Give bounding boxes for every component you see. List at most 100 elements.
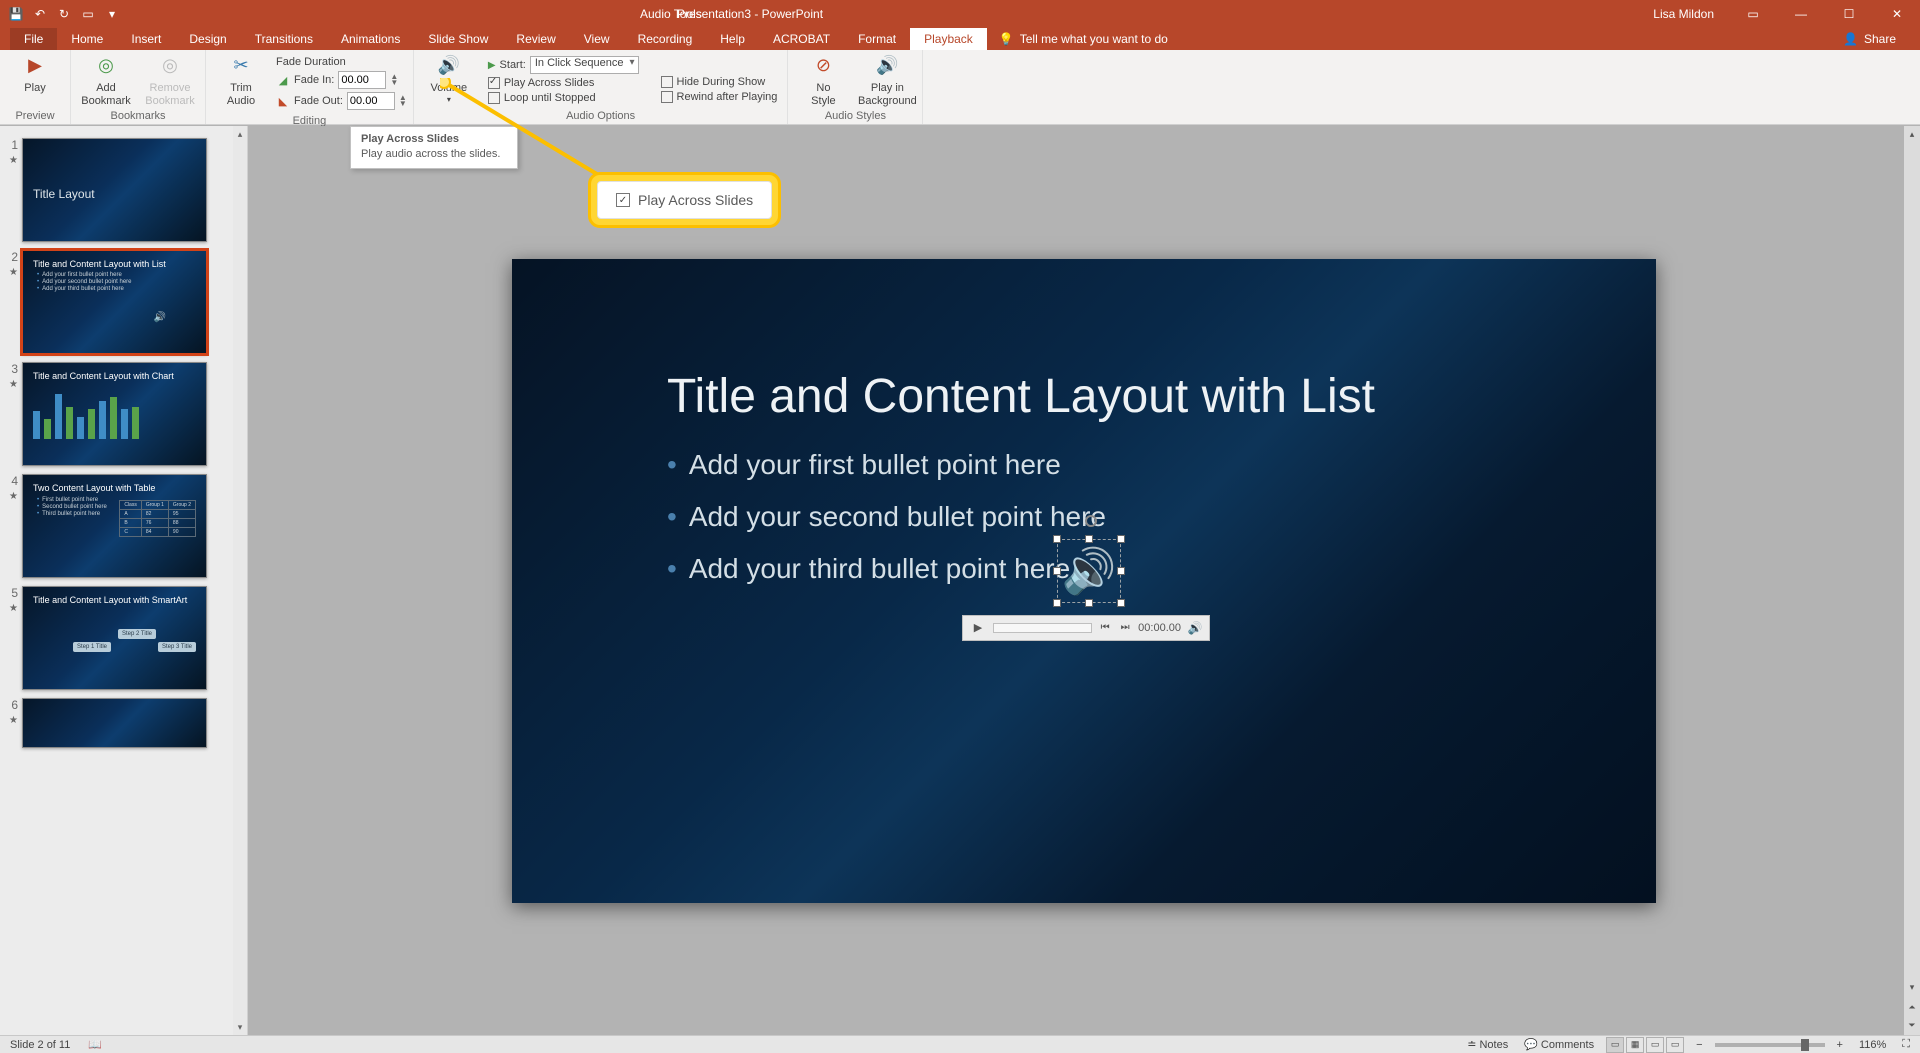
tell-me-search[interactable]: 💡 Tell me what you want to do	[987, 28, 1180, 50]
rotate-handle-icon[interactable]	[1085, 515, 1097, 527]
scroll-up-icon[interactable]: ▴	[1904, 126, 1920, 142]
spellcheck-icon[interactable]: 📖	[84, 1038, 106, 1051]
resize-handle[interactable]	[1085, 535, 1093, 543]
volume-button[interactable]: 🔊 Volume ▾	[420, 54, 478, 105]
play-in-background-button[interactable]: 🔊 Play in Background	[858, 54, 916, 108]
prev-slide-icon[interactable]: ⏶	[1904, 999, 1920, 1015]
tab-transitions[interactable]: Transitions	[241, 28, 327, 50]
tab-review[interactable]: Review	[502, 28, 569, 50]
no-style-icon: ⊘	[811, 54, 835, 78]
notes-button[interactable]: ≐ Notes	[1463, 1038, 1512, 1051]
fade-out-input[interactable]	[347, 92, 395, 110]
slide-counter[interactable]: Slide 2 of 11	[6, 1039, 74, 1051]
tab-animations[interactable]: Animations	[327, 28, 414, 50]
trim-audio-button[interactable]: ✂ Trim Audio	[212, 54, 270, 108]
audio-volume-icon[interactable]: 🔊	[1187, 621, 1203, 635]
resize-handle[interactable]	[1053, 599, 1061, 607]
tab-insert[interactable]: Insert	[117, 28, 175, 50]
scroll-up-icon[interactable]: ▴	[233, 126, 247, 142]
zoom-out-icon[interactable]: −	[1692, 1039, 1706, 1051]
canvas-scrollbar[interactable]: ▴ ▾ ⏶ ⏷	[1904, 126, 1920, 1035]
tab-acrobat[interactable]: ACROBAT	[759, 28, 844, 50]
slide-thumbnail-3[interactable]: Title and Content Layout with Chart	[22, 362, 207, 466]
slide-thumbnail-panel: ▸ 1★ Title Layout 2★ Title and Content L…	[0, 126, 248, 1035]
tab-format[interactable]: Format	[844, 28, 910, 50]
tab-playback[interactable]: Playback	[910, 28, 987, 50]
loop-checkbox[interactable]: Loop until Stopped	[488, 92, 639, 104]
reading-view-icon[interactable]: ▭	[1646, 1037, 1664, 1053]
start-select[interactable]: In Click Sequence	[530, 56, 639, 74]
no-style-button[interactable]: ⊘ No Style	[794, 54, 852, 108]
play-button[interactable]: ▶ Play	[6, 54, 64, 95]
comments-button[interactable]: 💬 Comments	[1520, 1038, 1598, 1051]
resize-handle[interactable]	[1117, 599, 1125, 607]
tab-file[interactable]: File	[10, 28, 57, 50]
audio-object[interactable]: 🔊	[1057, 539, 1121, 603]
zoom-thumb[interactable]	[1801, 1039, 1809, 1051]
smartart-step: Step 1 Title	[73, 642, 111, 652]
play-across-slides-checkbox[interactable]: Play Across Slides	[488, 77, 639, 89]
thumbnail-scrollbar[interactable]: ▴ ▾	[233, 126, 247, 1035]
zoom-level[interactable]: 116%	[1855, 1039, 1890, 1051]
fit-to-window-icon[interactable]: ⛶	[1898, 1038, 1914, 1051]
maximize-button[interactable]: ☐	[1826, 0, 1872, 27]
thumb-title: Title and Content Layout with Chart	[33, 371, 196, 381]
slide-thumbnail-6[interactable]	[22, 698, 207, 748]
resize-handle[interactable]	[1117, 535, 1125, 543]
minimize-button[interactable]: —	[1778, 0, 1824, 27]
redo-icon[interactable]: ↻	[56, 6, 72, 22]
close-button[interactable]: ✕	[1874, 0, 1920, 27]
fade-duration-title: Fade Duration	[276, 56, 407, 68]
thumb-bullet: Add your third bullet point here	[37, 286, 196, 292]
tab-slideshow[interactable]: Slide Show	[414, 28, 502, 50]
tab-help[interactable]: Help	[706, 28, 759, 50]
rewind-checkbox[interactable]: Rewind after Playing	[661, 91, 778, 103]
thumb-bullet: Add your first bullet point here	[37, 272, 196, 278]
zoom-in-icon[interactable]: +	[1833, 1039, 1847, 1051]
scroll-down-icon[interactable]: ▾	[1904, 979, 1920, 995]
normal-view-icon[interactable]: ▭	[1606, 1037, 1624, 1053]
animation-star-icon: ★	[9, 715, 18, 726]
start-play-icon: ▶	[488, 60, 496, 71]
step-forward-icon[interactable]: ⏭	[1118, 621, 1132, 635]
slide-thumbnail-2[interactable]: Title and Content Layout with List Add y…	[22, 250, 207, 354]
slide-title[interactable]: Title and Content Layout with List	[667, 369, 1375, 424]
resize-handle[interactable]	[1085, 599, 1093, 607]
chevron-down-icon: ▾	[447, 95, 451, 105]
slide-thumbnail-4[interactable]: Two Content Layout with Table First bull…	[22, 474, 207, 578]
fade-in-input[interactable]	[338, 71, 386, 89]
start-from-beginning-icon[interactable]: ▭	[80, 6, 96, 22]
resize-handle[interactable]	[1053, 535, 1061, 543]
qat-more-icon[interactable]: ▾	[104, 6, 120, 22]
step-back-icon[interactable]: ⏮	[1098, 621, 1112, 635]
resize-handle[interactable]	[1117, 567, 1125, 575]
user-name[interactable]: Lisa Mildon	[1639, 7, 1728, 21]
tab-design[interactable]: Design	[175, 28, 240, 50]
tab-recording[interactable]: Recording	[624, 28, 707, 50]
slide-bullets[interactable]: Add your first bullet point here Add you…	[667, 449, 1106, 605]
share-button[interactable]: 👤 Share	[1833, 28, 1906, 50]
audio-play-button[interactable]: ▶	[969, 619, 987, 637]
undo-icon[interactable]: ↶	[32, 6, 48, 22]
tab-view[interactable]: View	[570, 28, 624, 50]
audio-progress[interactable]	[993, 623, 1092, 633]
tab-home[interactable]: Home	[57, 28, 117, 50]
add-bookmark-button[interactable]: ◎ Add Bookmark	[77, 54, 135, 108]
slide[interactable]: Title and Content Layout with List Add y…	[512, 259, 1656, 903]
sorter-view-icon[interactable]: ▦	[1626, 1037, 1644, 1053]
hide-during-show-checkbox[interactable]: Hide During Show	[661, 76, 778, 88]
slideshow-view-icon[interactable]: ▭	[1666, 1037, 1684, 1053]
zoom-slider[interactable]	[1715, 1043, 1825, 1047]
thumb-number: 4	[11, 474, 18, 488]
spinner-icon[interactable]: ▲▼	[390, 74, 398, 85]
scroll-down-icon[interactable]: ▾	[233, 1019, 247, 1035]
slide-thumbnail-5[interactable]: Title and Content Layout with SmartArt S…	[22, 586, 207, 690]
slide-thumbnail-1[interactable]: Title Layout	[22, 138, 207, 242]
resize-handle[interactable]	[1053, 567, 1061, 575]
thumb-bullet: Second bullet point here	[37, 504, 113, 510]
spinner-icon[interactable]: ▲▼	[399, 95, 407, 106]
next-slide-icon[interactable]: ⏷	[1904, 1017, 1920, 1033]
share-label: Share	[1864, 32, 1896, 46]
save-icon[interactable]: 💾	[8, 6, 24, 22]
ribbon-display-icon[interactable]: ▭	[1730, 0, 1776, 27]
